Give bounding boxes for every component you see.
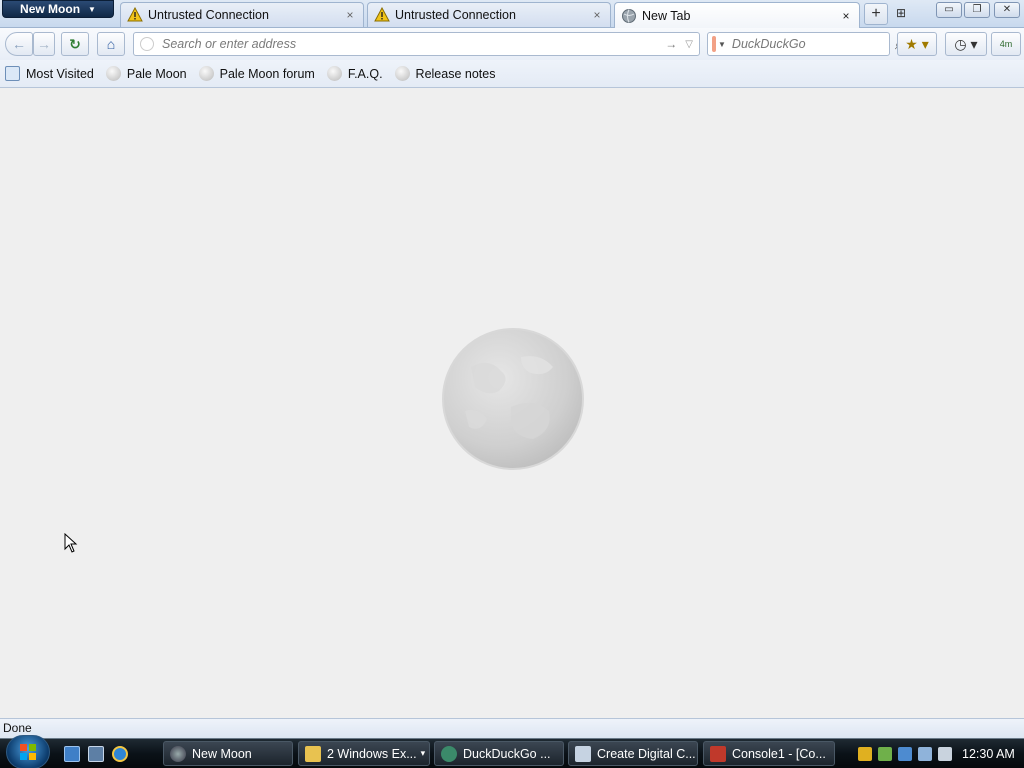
- new-tab-button[interactable]: +: [864, 3, 888, 25]
- home-button[interactable]: ⌂: [97, 32, 125, 56]
- taskbar-item-label: 2 Windows Ex...: [327, 746, 417, 761]
- windows-logo-icon: [20, 744, 36, 760]
- bookmark-label: F.A.Q.: [347, 66, 383, 81]
- console-icon: [710, 745, 726, 762]
- close-tab-icon[interactable]: ×: [839, 9, 853, 23]
- tab-strip: New Moon ▼ Untrusted Connection × Untrus…: [0, 0, 1024, 28]
- taskbar: New Moon 2 Windows Ex... ▾ DuckDuckGo ..…: [0, 735, 1024, 768]
- bookmark-most-visited[interactable]: Most Visited: [3, 63, 96, 85]
- bookmark-label: Most Visited: [26, 66, 94, 81]
- download-status-button[interactable]: 4m: [991, 32, 1021, 56]
- bookmarks-toolbar: Most Visited Pale Moon Pale Moon forum F…: [0, 60, 1024, 88]
- security-shield-icon[interactable]: [858, 747, 872, 761]
- network-icon[interactable]: [898, 747, 912, 761]
- taskbar-item-duckduckgo[interactable]: DuckDuckGo ...: [434, 741, 564, 766]
- search-bar[interactable]: ▼ ⌕: [707, 32, 903, 56]
- switch-windows-icon[interactable]: [88, 746, 104, 762]
- monitor-icon[interactable]: [918, 747, 932, 761]
- app-menu-button[interactable]: New Moon ▼: [2, 0, 114, 18]
- bookmark-label: Pale Moon: [126, 66, 187, 81]
- tab-label: Untrusted Connection: [148, 8, 269, 22]
- reload-button[interactable]: ↻: [61, 32, 89, 56]
- site-identity-icon[interactable]: [140, 37, 154, 51]
- system-tray: 12:30 AM: [852, 739, 1024, 768]
- tab-label: New Tab: [642, 8, 691, 23]
- folder-icon: [305, 745, 321, 762]
- bookmark-label: Release notes: [415, 66, 496, 81]
- internet-explorer-icon[interactable]: [112, 746, 128, 762]
- moon-icon: [326, 66, 342, 81]
- page-content[interactable]: [0, 89, 1024, 718]
- moon-icon: [105, 66, 121, 81]
- bookmarks-menu-button[interactable]: ★ ▾: [897, 32, 937, 56]
- globe-icon: [621, 8, 637, 24]
- moon-logo: [442, 328, 584, 470]
- taskbar-item-label: DuckDuckGo ...: [463, 746, 551, 761]
- tab-untrusted-connection-1[interactable]: Untrusted Connection ×: [120, 2, 364, 27]
- bookmark-release-notes[interactable]: Release notes: [393, 63, 498, 85]
- volume-muted-icon[interactable]: [938, 747, 952, 761]
- tab-label: Untrusted Connection: [395, 8, 516, 22]
- duckduckgo-icon[interactable]: [712, 36, 716, 52]
- start-button[interactable]: [6, 735, 50, 768]
- forward-button[interactable]: →: [33, 32, 55, 56]
- chevron-down-icon[interactable]: ▼: [718, 40, 726, 49]
- url-dropdown-icon[interactable]: ▽: [685, 39, 693, 50]
- chevron-down-icon: ▾: [420, 748, 426, 758]
- bookmark-label: Pale Moon forum: [219, 66, 315, 81]
- close-tab-icon[interactable]: ×: [590, 8, 604, 22]
- taskbar-item-label: New Moon: [192, 746, 252, 761]
- tab-untrusted-connection-2[interactable]: Untrusted Connection ×: [367, 2, 611, 27]
- moon-icon: [394, 66, 410, 81]
- minimize-button[interactable]: ▭: [936, 2, 962, 18]
- address-bar[interactable]: → ▽: [133, 32, 700, 56]
- status-bar: Done: [0, 718, 1024, 738]
- bookmark-pale-moon[interactable]: Pale Moon: [104, 63, 189, 85]
- taskbar-item-windows-explorer[interactable]: 2 Windows Ex... ▾: [298, 741, 430, 766]
- chevron-down-icon: ▼: [88, 4, 96, 14]
- taskbar-item-label: Create Digital C...: [597, 746, 696, 761]
- warning-icon: [374, 7, 390, 23]
- update-icon[interactable]: [878, 747, 892, 761]
- url-input[interactable]: [162, 37, 660, 51]
- bookmark-pale-moon-forum[interactable]: Pale Moon forum: [197, 63, 317, 85]
- search-input[interactable]: [731, 37, 895, 51]
- back-button[interactable]: ←: [5, 32, 33, 56]
- history-menu-button[interactable]: ◷ ▾: [945, 32, 987, 56]
- go-arrow-icon[interactable]: →: [665, 37, 677, 51]
- list-all-tabs-icon[interactable]: ⊞: [893, 6, 909, 22]
- app-menu-label: New Moon: [20, 2, 81, 16]
- app-icon: [441, 745, 457, 762]
- moon-icon: [198, 66, 214, 81]
- clock[interactable]: 12:30 AM: [962, 747, 1015, 761]
- close-tab-icon[interactable]: ×: [343, 8, 357, 22]
- show-desktop-icon[interactable]: [64, 746, 80, 762]
- status-text: Done: [3, 721, 32, 735]
- taskbar-item-label: Console1 - [Co...: [732, 746, 826, 761]
- navigation-toolbar: ← → ↻ ⌂ → ▽ ▼ ⌕ ★ ▾ ◷ ▾ 4m: [0, 28, 1024, 60]
- maximize-button[interactable]: ❐: [964, 2, 990, 18]
- mouse-pointer-icon: [64, 533, 78, 553]
- bookmark-faq[interactable]: F.A.Q.: [325, 63, 385, 85]
- taskbar-item-create-digital-certificate[interactable]: Create Digital C...: [568, 741, 698, 766]
- certificate-icon: [575, 745, 591, 762]
- most-visited-icon: [5, 66, 20, 81]
- tab-new-tab[interactable]: New Tab ×: [614, 2, 860, 28]
- moon-icon: [170, 745, 186, 762]
- taskbar-item-new-moon[interactable]: New Moon: [163, 741, 293, 766]
- close-window-button[interactable]: ✕: [994, 2, 1020, 18]
- warning-icon: [127, 7, 143, 23]
- taskbar-item-console1[interactable]: Console1 - [Co...: [703, 741, 835, 766]
